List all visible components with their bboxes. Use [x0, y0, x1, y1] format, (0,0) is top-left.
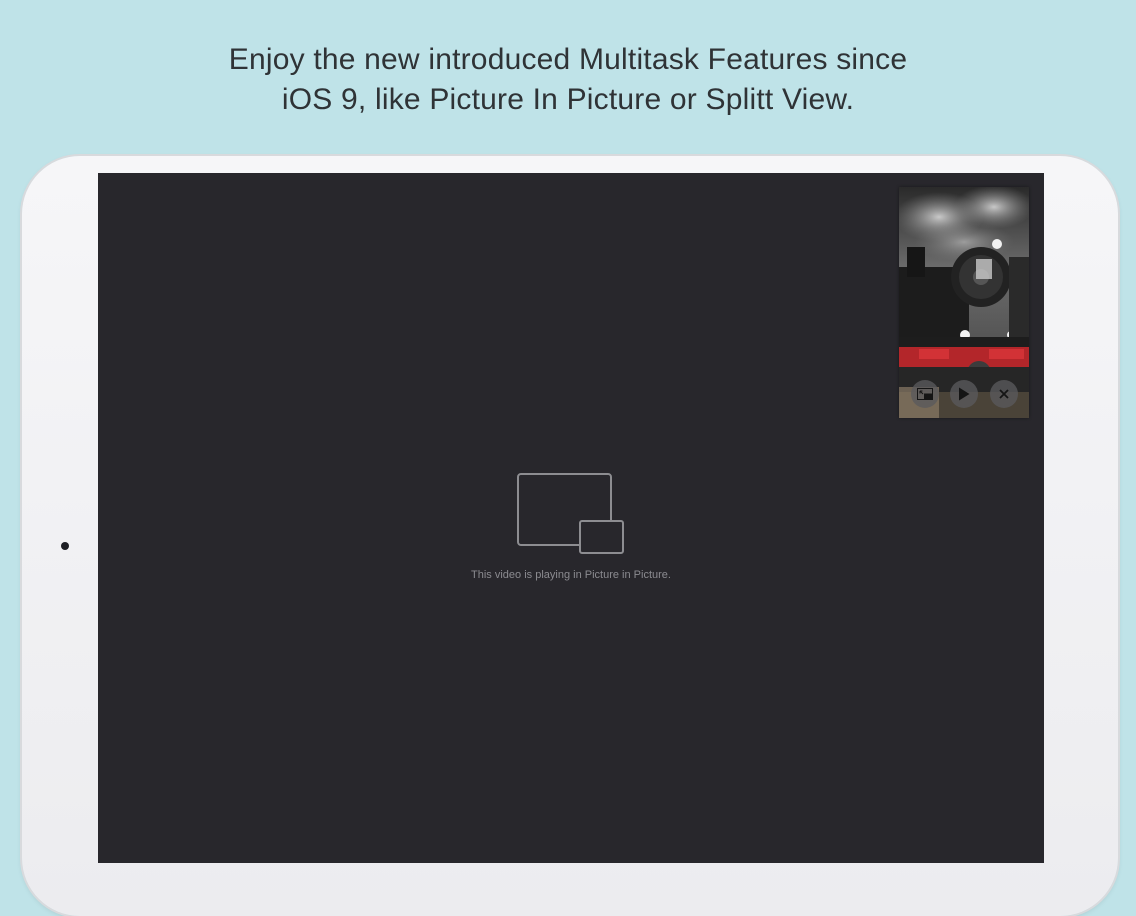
play-icon — [959, 387, 970, 401]
picture-in-picture-icon — [517, 473, 625, 555]
video-player-screen[interactable]: This video is playing in Picture in Pict… — [98, 173, 1044, 863]
pip-restore-icon — [917, 388, 933, 400]
pip-controls-bar — [899, 380, 1029, 410]
camera-dot — [61, 542, 69, 550]
marketing-headline: Enjoy the new introduced Multitask Featu… — [0, 40, 1136, 120]
pip-video-window[interactable] — [899, 187, 1029, 418]
close-icon — [999, 389, 1009, 399]
headline-line-2: iOS 9, like Picture In Picture or Splitt… — [281, 83, 855, 116]
play-button[interactable] — [950, 380, 978, 408]
pip-status-caption: This video is playing in Picture in Pict… — [471, 569, 671, 581]
headline-line-1: Enjoy the new introduced Multitask Featu… — [228, 43, 908, 76]
restore-pip-button[interactable] — [911, 380, 939, 408]
close-pip-button[interactable] — [990, 380, 1018, 408]
